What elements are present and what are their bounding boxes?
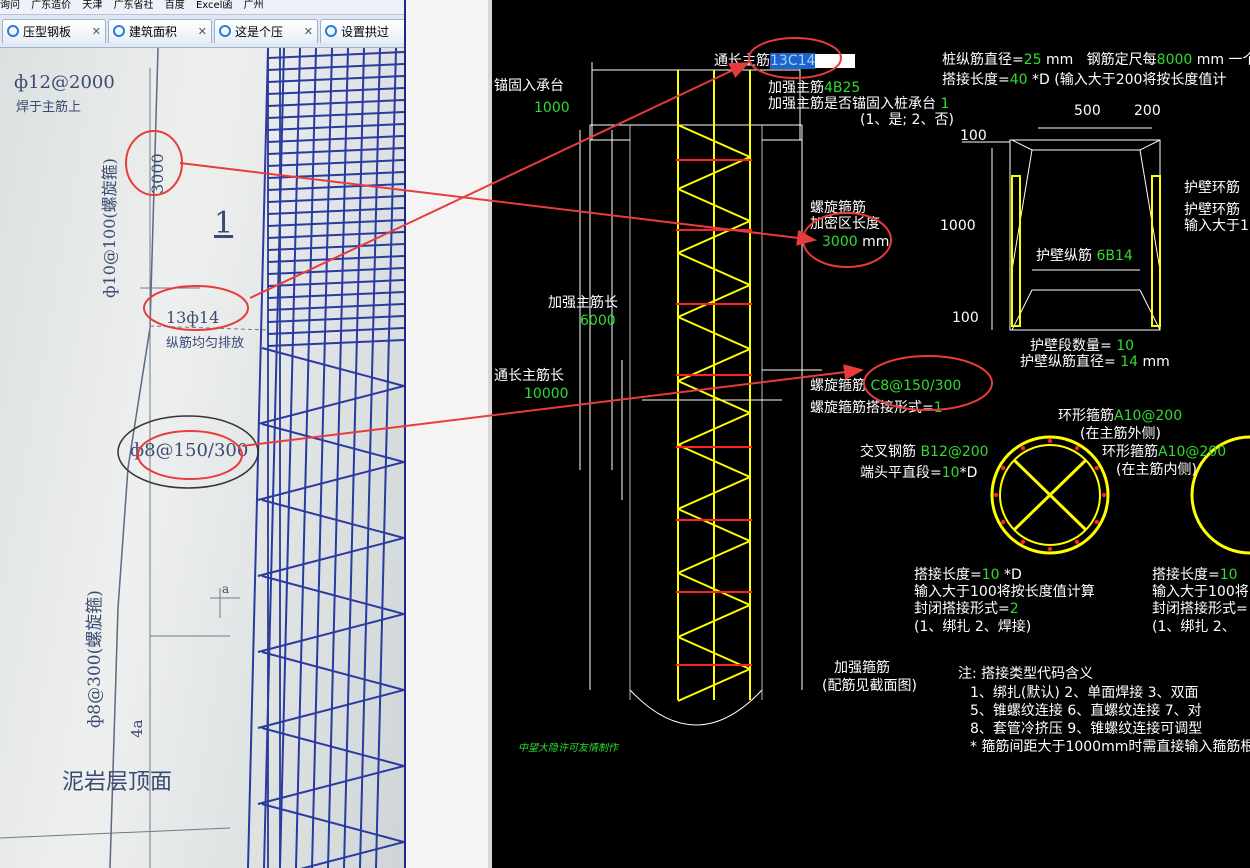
annotation-overlay	[125, 37, 993, 480]
annotation-circle	[143, 285, 249, 331]
annotation-circle	[748, 37, 842, 79]
annotation-circle	[863, 355, 993, 411]
annotation-circle	[802, 212, 892, 268]
annotation-arrow	[241, 364, 864, 447]
annotation-circle	[125, 130, 183, 196]
annotation-arrow	[179, 162, 817, 246]
annotation-circle	[137, 430, 243, 480]
